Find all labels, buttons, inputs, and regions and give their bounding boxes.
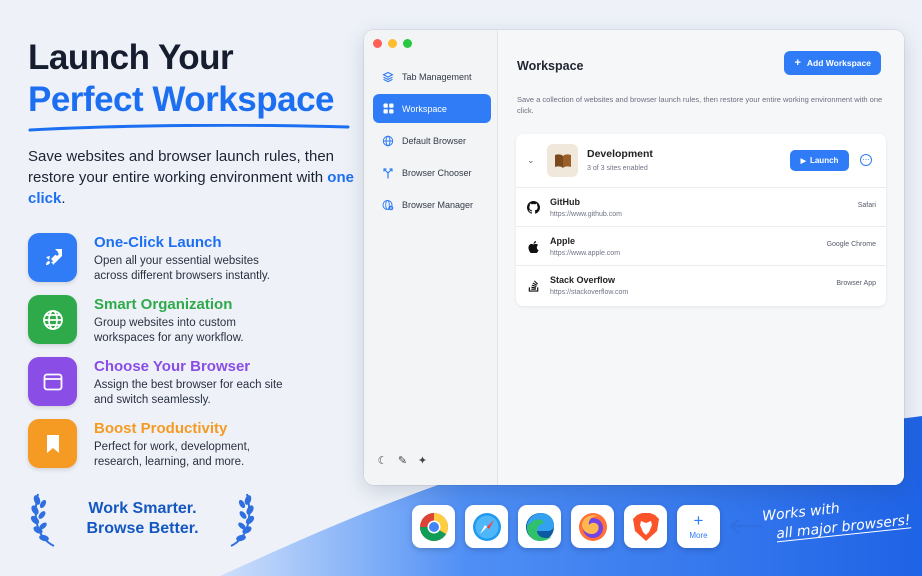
workspace-header: ⌄ Development 3 of 3 sites enabled ▶ Lau…: [516, 134, 886, 188]
headline-line1: Launch Your: [28, 38, 234, 77]
headline-underline: [28, 124, 350, 132]
feature-desc: Group websites into custom workspaces for…: [94, 317, 244, 344]
award-text: Work Smarter. Browse Better.: [86, 500, 199, 537]
plus-icon: +: [693, 511, 704, 530]
apple-icon: [527, 240, 540, 253]
sidebar-item-browser-manager[interactable]: Browser Manager: [373, 190, 491, 219]
feature-title: Smart Organization: [94, 296, 233, 313]
chevron-down-icon[interactable]: ⌄: [527, 155, 535, 166]
browser-window-icon: [28, 357, 77, 406]
site-browser[interactable]: Browser App: [836, 280, 876, 287]
site-name: GitHub: [550, 197, 580, 207]
globe-icon: [28, 295, 77, 344]
add-workspace-button[interactable]: + Add Workspace: [784, 51, 881, 75]
headline-line2: Perfect Workspace: [28, 80, 335, 119]
close-window-button[interactable]: [373, 39, 382, 48]
site-name: Stack Overflow: [550, 275, 616, 285]
plus-icon: +: [794, 56, 801, 69]
workspace-name: Development: [587, 148, 653, 160]
sidebar-item-label: Browser Chooser: [402, 167, 472, 178]
book-icon: [547, 144, 578, 177]
firefox-icon[interactable]: [571, 505, 614, 548]
sidebar-item-tab-management[interactable]: Tab Management: [373, 62, 491, 91]
github-icon: [527, 201, 540, 214]
workspace-site-count: 3 of 3 sites enabled: [587, 165, 648, 172]
launch-button[interactable]: ▶ Launch: [790, 150, 849, 171]
minimize-window-button[interactable]: [388, 39, 397, 48]
stackoverflow-icon: [527, 279, 540, 292]
feature-title: Choose Your Browser: [94, 358, 251, 375]
main-content: Workspace + Add Workspace Save a collect…: [498, 30, 904, 485]
sidebar-item-label: Tab Management: [402, 71, 472, 82]
hero-subtitle: Save websites and browser launch rules, …: [28, 146, 358, 209]
site-browser[interactable]: Google Chrome: [827, 241, 876, 248]
sidebar-item-label: Default Browser: [402, 135, 467, 146]
grid-icon: [382, 103, 394, 115]
sparkle-icon[interactable]: ✦: [417, 454, 428, 467]
feature-item: Boost Productivity Perfect for work, dev…: [28, 419, 283, 481]
sidebar-item-browser-chooser[interactable]: Browser Chooser: [373, 158, 491, 187]
site-browser[interactable]: Safari: [858, 202, 876, 209]
feature-item: Smart Organization Group websites into c…: [28, 295, 283, 357]
site-row[interactable]: Apple https://www.apple.com Google Chrom…: [516, 227, 886, 266]
sidebar-item-workspace[interactable]: Workspace: [373, 94, 491, 123]
feature-desc: Perfect for work, development, research, …: [94, 441, 250, 468]
sidebar-item-label: Browser Manager: [402, 199, 474, 210]
bookmark-icon: [28, 419, 77, 468]
globe-settings-icon: [382, 199, 394, 211]
browser-dock: + More: [412, 505, 720, 548]
more-label: More: [689, 531, 708, 540]
feature-item: One-Click Launch Open all your essential…: [28, 233, 283, 295]
sidebar-item-label: Workspace: [402, 103, 447, 114]
launch-label: Launch: [809, 156, 839, 165]
play-icon: ▶: [800, 157, 806, 165]
site-row[interactable]: GitHub https://www.github.com Safari: [516, 188, 886, 227]
hero-section: Launch Your Perfect Workspace Save websi…: [28, 38, 358, 209]
site-row[interactable]: Stack Overflow https://stackoverflow.com…: [516, 266, 886, 305]
feature-desc: Assign the best browser for each site and…: [94, 379, 283, 406]
sidebar: Tab Management Workspace Default Browser…: [364, 30, 498, 485]
sidebar-item-default-browser[interactable]: Default Browser: [373, 126, 491, 155]
award-badge: Work Smarter. Browse Better.: [30, 490, 255, 550]
layers-icon: [382, 71, 394, 83]
edge-icon[interactable]: [518, 505, 561, 548]
feature-title: Boost Productivity: [94, 420, 228, 437]
sidebar-footer: ☾ ✎ ✦: [377, 454, 428, 467]
globe-icon: [382, 135, 394, 147]
brush-icon[interactable]: ✎: [397, 454, 408, 467]
brave-icon[interactable]: [624, 505, 667, 548]
arrow-icon: [729, 518, 762, 533]
rocket-icon: [28, 233, 77, 282]
site-url: https://www.apple.com: [550, 250, 621, 257]
browser-callout: Works with all major browsers!: [761, 492, 912, 545]
page-description: Save a collection of websites and browse…: [517, 95, 883, 115]
subtitle-text: Save websites and browser launch rules, …: [28, 148, 335, 186]
laurel-right-icon: [230, 493, 255, 547]
sidebar-nav: Tab Management Workspace Default Browser…: [373, 62, 491, 222]
workspace-card: ⌄ Development 3 of 3 sites enabled ▶ Lau…: [516, 134, 886, 306]
feature-item: Choose Your Browser Assign the best brow…: [28, 357, 283, 419]
safari-icon[interactable]: [465, 505, 508, 548]
fork-icon: [382, 167, 394, 179]
zoom-window-button[interactable]: [403, 39, 412, 48]
add-workspace-label: Add Workspace: [806, 58, 871, 68]
site-url: https://www.github.com: [550, 211, 622, 218]
window-controls: [373, 39, 412, 48]
site-name: Apple: [550, 236, 576, 246]
more-options-icon[interactable]: ⋯: [860, 154, 872, 166]
app-window: Tab Management Workspace Default Browser…: [364, 30, 904, 485]
feature-desc: Open all your essential websites across d…: [94, 255, 270, 282]
page-title: Workspace: [517, 59, 584, 73]
feature-list: One-Click Launch Open all your essential…: [28, 233, 283, 481]
moon-icon[interactable]: ☾: [377, 454, 388, 467]
subtitle-end: .: [61, 190, 66, 207]
chrome-icon[interactable]: [412, 505, 455, 548]
more-browsers-button[interactable]: + More: [677, 505, 720, 548]
site-url: https://stackoverflow.com: [550, 289, 629, 296]
feature-title: One-Click Launch: [94, 234, 222, 251]
